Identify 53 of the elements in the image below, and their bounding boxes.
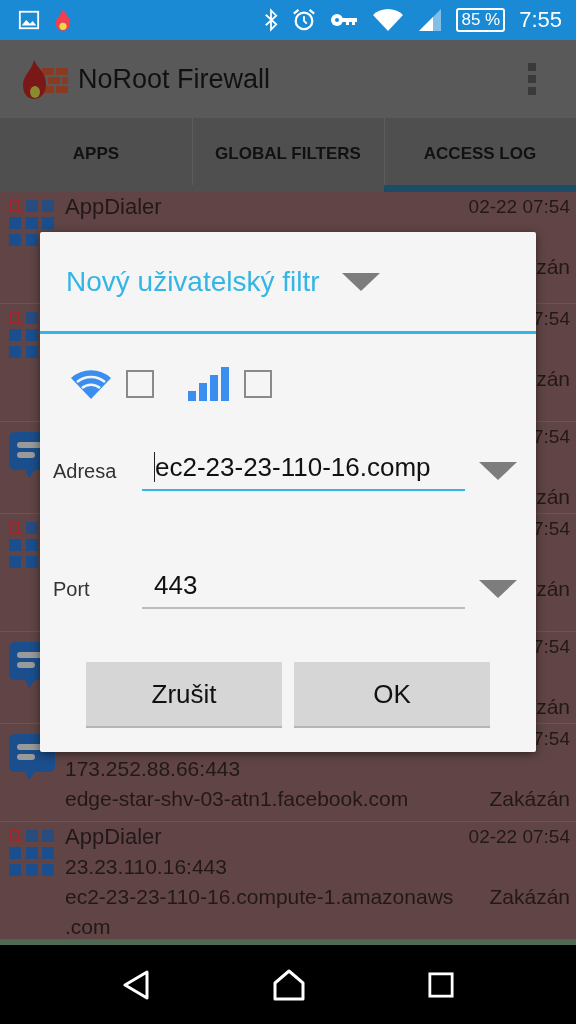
log-address: 173.252.88.66:443 <box>65 756 241 782</box>
app-grid-icon <box>9 312 40 358</box>
image-icon <box>18 9 40 31</box>
app-logo-icon <box>22 58 70 100</box>
log-result: zán <box>536 694 570 720</box>
log-time: 7:54 <box>533 727 570 751</box>
signal-bars-icon <box>188 367 230 401</box>
log-result: Zakázán <box>489 884 570 910</box>
checkbox[interactable] <box>244 370 272 398</box>
log-result: zán <box>536 366 570 392</box>
log-time: 7:54 <box>533 425 570 449</box>
dialog-button[interactable]: OK <box>294 662 490 726</box>
recents-icon[interactable] <box>428 971 455 998</box>
app-grid-icon <box>9 522 40 568</box>
app-title: NoRoot Firewall <box>78 63 271 95</box>
field-label: Port <box>53 577 91 601</box>
tab[interactable]: GLOBAL FILTERS <box>192 118 384 192</box>
log-host: edge-star-shv-03-atn1.facebook.com <box>65 786 409 812</box>
signal-icon <box>418 8 443 32</box>
log-result: zán <box>536 576 570 602</box>
home-icon[interactable] <box>273 968 305 1001</box>
app-grid-icon <box>9 830 55 876</box>
app-name: AppDialer <box>65 823 162 851</box>
dropdown-caret-icon[interactable] <box>479 462 517 480</box>
dropdown-caret-icon[interactable] <box>479 580 517 598</box>
clock-time: 7:55 <box>519 7 562 33</box>
key-icon <box>330 12 359 28</box>
log-result: zán <box>536 484 570 510</box>
log-time: 7:54 <box>533 307 570 331</box>
log-address: 23.23.110.16:443 <box>65 854 227 880</box>
wifi-icon <box>70 368 112 400</box>
flame-icon <box>54 8 72 32</box>
dialog-title: Nový uživatelský filtr <box>66 265 320 298</box>
alarm-icon <box>292 8 317 32</box>
log-result: Zakázán <box>489 786 570 812</box>
input-field[interactable]: ec2-23-23-110-16.comp <box>142 451 465 491</box>
app-name: AppDialer <box>65 193 162 221</box>
log-host: ec2-23-23-110-16.compute-1.amazonaws .com <box>65 884 454 939</box>
log-time: 7:54 <box>533 517 570 541</box>
log-result: zán <box>536 254 570 280</box>
battery-indicator: 85 % <box>456 8 506 32</box>
dropdown-caret-icon[interactable] <box>341 272 380 291</box>
checkbox[interactable] <box>126 370 154 398</box>
log-time: 02-22 07:54 <box>468 825 570 849</box>
bluetooth-icon <box>264 8 279 32</box>
tab[interactable]: APPS <box>0 118 192 192</box>
field-label: Adresa <box>53 459 118 483</box>
log-time: 02-22 07:54 <box>468 195 570 219</box>
back-icon[interactable] <box>121 969 150 1000</box>
log-time: 7:54 <box>533 635 570 659</box>
dialog-button[interactable]: Zrušit <box>86 662 282 726</box>
wifi-icon <box>372 8 405 32</box>
input-field[interactable]: 443 <box>142 569 465 609</box>
